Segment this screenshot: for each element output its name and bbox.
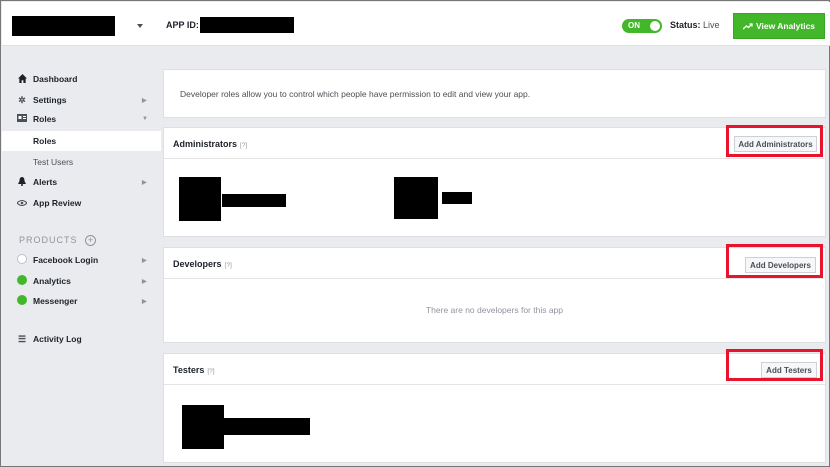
chevron-down-icon [137, 24, 143, 28]
intro-panel: Developer roles allow you to control whi… [163, 69, 826, 118]
empty-state-message: There are no developers for this app [425, 305, 564, 315]
sidebar-item-label: Analytics [33, 276, 71, 286]
status-incomplete-icon [15, 254, 29, 266]
chevron-right-icon: ▶ [142, 179, 147, 186]
chevron-right-icon: ▶ [142, 257, 147, 264]
sidebar-item-label: Roles [33, 136, 57, 146]
intro-text: Developer roles allow you to control whi… [180, 89, 531, 99]
list-icon: ☰ [17, 333, 27, 344]
products-heading: PRODUCTS + [19, 235, 97, 246]
sidebar-item-label: Facebook Login [33, 255, 99, 265]
redacted-name [222, 194, 286, 207]
status-label: Status: [670, 20, 701, 30]
help-link[interactable]: [?] [207, 368, 214, 375]
sidebar-item-label: Settings [33, 95, 67, 105]
app-live-toggle[interactable]: ON [622, 19, 662, 33]
sidebar-subitem-roles[interactable]: Roles [2, 131, 161, 151]
redacted-name [224, 418, 310, 435]
sidebar-item-label: App Review [33, 198, 82, 208]
sidebar-item-activity-log[interactable]: ☰ Activity Log [2, 331, 161, 347]
sidebar-subitem-test-users[interactable]: Test Users [2, 152, 161, 172]
toggle-label: ON [628, 21, 640, 30]
redacted-avatar [179, 177, 221, 221]
sidebar-item-alerts[interactable]: Alerts ▶ [2, 174, 161, 190]
help-link[interactable]: [?] [225, 262, 232, 269]
sidebar-item-label: Activity Log [33, 334, 82, 344]
panel-title: Developers [?] [173, 259, 232, 269]
help-link[interactable]: [?] [240, 142, 247, 149]
redacted-name [442, 192, 472, 204]
trend-up-icon [742, 22, 753, 29]
administrators-title: Administrators [173, 139, 238, 149]
app-status: Status: Live [670, 20, 720, 30]
sidebar: Dashboard ✲ Settings ▶ Roles ▼ Roles Tes… [2, 47, 161, 467]
bell-icon [15, 176, 29, 188]
sidebar-item-label: Dashboard [33, 74, 78, 84]
sidebar-item-settings[interactable]: ✲ Settings ▶ [2, 92, 161, 108]
toggle-knob [650, 21, 660, 31]
top-bar: APP ID: ON Status: Live View Analytics [2, 2, 830, 46]
sidebar-item-app-review[interactable]: App Review [2, 195, 161, 211]
sidebar-item-analytics[interactable]: Analytics ▶ [2, 273, 161, 289]
app-selector[interactable] [12, 16, 152, 36]
eye-icon [15, 198, 29, 208]
id-card-icon [15, 114, 29, 124]
redacted-avatar [394, 177, 438, 219]
testers-title: Testers [173, 365, 205, 375]
chevron-right-icon: ▶ [142, 97, 147, 104]
app-id-label: APP ID: [166, 20, 199, 30]
sidebar-item-label: Roles [33, 114, 57, 124]
panel-title: Administrators [?] [173, 139, 247, 149]
status-value: Live [703, 20, 720, 30]
sidebar-item-roles[interactable]: Roles ▼ [2, 111, 161, 127]
redacted-avatar [182, 405, 224, 449]
redacted-app-id [200, 17, 294, 33]
highlight-box [726, 244, 823, 278]
chevron-right-icon: ▶ [142, 278, 147, 285]
redacted-app-name [12, 16, 115, 36]
home-icon [15, 73, 29, 85]
sidebar-item-messenger[interactable]: Messenger ▶ [2, 293, 161, 309]
status-check-icon [15, 295, 29, 307]
sidebar-item-label: Test Users [33, 157, 74, 167]
view-analytics-button[interactable]: View Analytics [733, 13, 825, 39]
highlight-box [726, 349, 823, 381]
gear-icon: ✲ [18, 94, 26, 105]
app-window: APP ID: ON Status: Live View Analytics D… [0, 0, 830, 467]
developers-title: Developers [173, 259, 222, 269]
view-analytics-label: View Analytics [755, 21, 816, 31]
chevron-right-icon: ▶ [142, 298, 147, 305]
sidebar-item-facebook-login[interactable]: Facebook Login ▶ [2, 252, 161, 268]
highlight-box [726, 125, 823, 157]
panel-title: Testers [?] [173, 365, 215, 375]
sidebar-item-label: Alerts [33, 177, 58, 187]
sidebar-item-dashboard[interactable]: Dashboard [2, 71, 161, 87]
status-check-icon [15, 275, 29, 287]
sidebar-item-label: Messenger [33, 296, 78, 306]
products-heading-label: PRODUCTS [19, 235, 78, 245]
chevron-down-icon: ▼ [142, 116, 148, 122]
add-product-icon[interactable]: + [85, 235, 97, 246]
